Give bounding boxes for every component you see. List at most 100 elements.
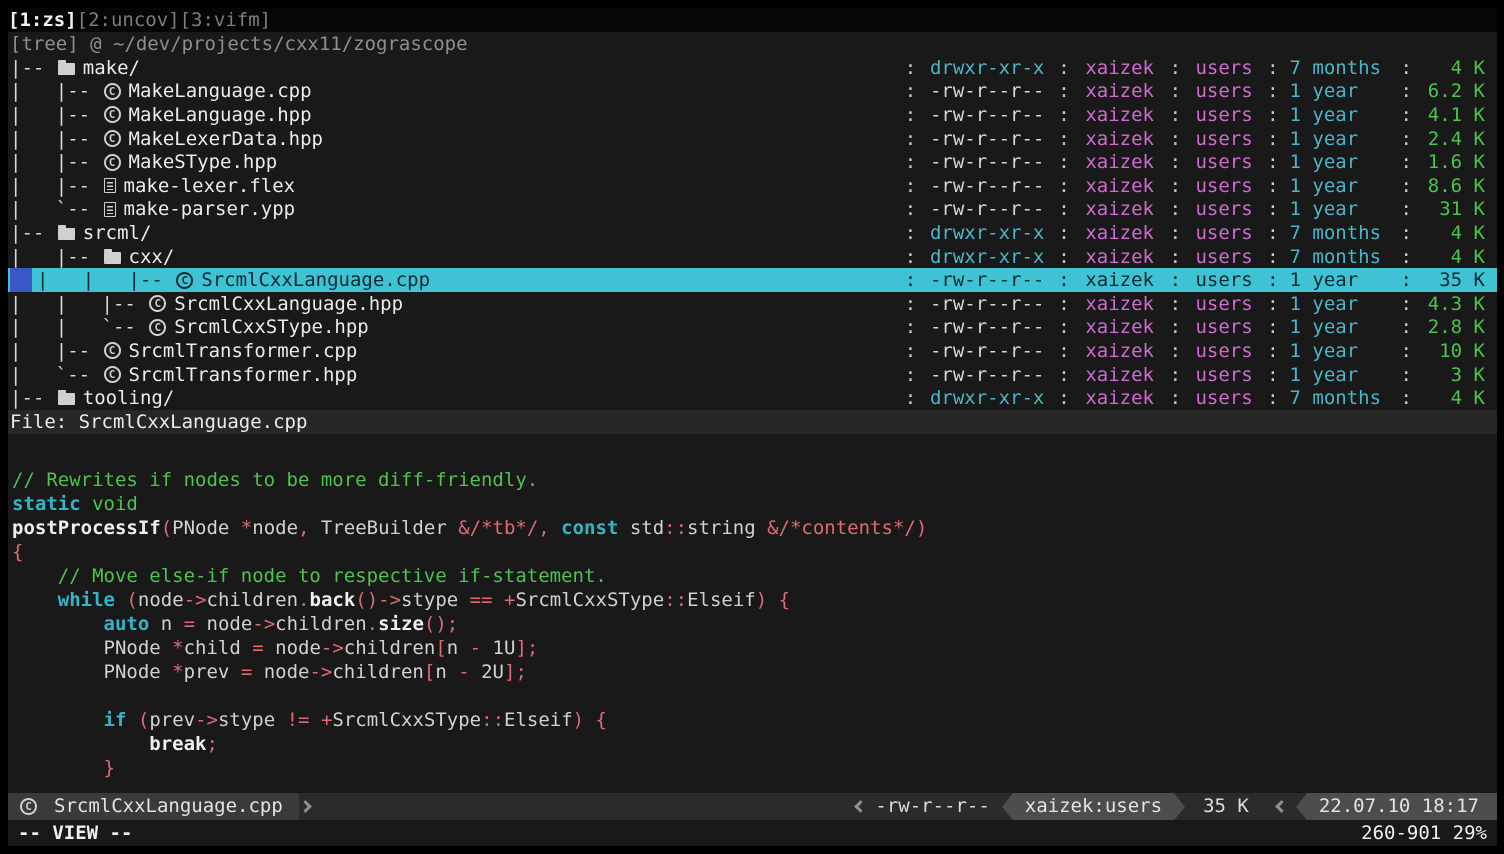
file-row[interactable]: | |-- CSrcmlTransformer.cpp:-rw-r--r--:x… xyxy=(8,339,1497,363)
file-mtime: 1 year xyxy=(1290,340,1390,362)
file-mtime: 1 year xyxy=(1290,175,1390,197)
file-row[interactable]: | `-- make-parser.ypp:-rw-r--r--:xaizek:… xyxy=(8,198,1497,222)
file-mtime: 1 year xyxy=(1290,293,1390,315)
file-size: 4.3 K xyxy=(1423,293,1485,315)
file-name: tooling/ xyxy=(83,387,175,409)
column-separator: : xyxy=(1267,198,1278,220)
cpp-icon: C xyxy=(149,295,166,312)
file-name: SrcmlTransformer.hpp xyxy=(129,364,358,386)
column-separator: : xyxy=(1058,293,1069,315)
file-name: SrcmlCxxSType.hpp xyxy=(174,316,368,338)
file-group: users xyxy=(1192,340,1256,362)
column-separator: : xyxy=(905,293,916,315)
file-size: 1.6 K xyxy=(1423,151,1485,173)
column-separator: : xyxy=(1170,246,1181,268)
file-row[interactable]: |-- make/:drwxr-xr-x:xaizek:users:7 mont… xyxy=(8,56,1497,80)
file-perms: drwxr-xr-x xyxy=(927,57,1047,79)
code-line: postProcessIf(PNode *node, TreeBuilder &… xyxy=(12,516,1497,540)
file-row[interactable]: | | |-- CSrcmlCxxLanguage.hpp:-rw-r--r--… xyxy=(8,292,1497,316)
file-owner: xaizek xyxy=(1081,128,1159,150)
file-name: SrcmlCxxLanguage.cpp xyxy=(201,269,430,291)
file-owner: xaizek xyxy=(1081,175,1159,197)
file-perms: -rw-r--r-- xyxy=(927,80,1047,102)
tab-zs[interactable]: [1:zs] xyxy=(8,9,77,31)
file-row[interactable]: |-- srcml/:drwxr-xr-x:xaizek:users:7 mon… xyxy=(8,221,1497,245)
cpp-icon: C xyxy=(176,272,193,289)
file-owner: xaizek xyxy=(1081,80,1159,102)
file-mtime: 1 year xyxy=(1290,151,1390,173)
file-row[interactable]: |-- tooling/:drwxr-xr-x:xaizek:users:7 m… xyxy=(8,386,1497,410)
file-name: cxx/ xyxy=(129,246,175,268)
file-row[interactable]: | `-- CSrcmlTransformer.hpp:-rw-r--r--:x… xyxy=(8,363,1497,387)
file-row[interactable]: | |-- cxx/:drwxr-xr-x:xaizek:users:7 mon… xyxy=(8,245,1497,269)
file-row[interactable]: | |-- CMakeLanguage.cpp:-rw-r--r--:xaize… xyxy=(8,80,1497,104)
file-owner: xaizek xyxy=(1081,316,1159,338)
column-separator: : xyxy=(905,128,916,150)
file-size: 4 K xyxy=(1423,246,1485,268)
file-name: MakeSType.hpp xyxy=(129,151,278,173)
column-separator: : xyxy=(1267,340,1278,362)
column-separator: : xyxy=(1058,387,1069,409)
file-mtime: 1 year xyxy=(1290,104,1390,126)
code-line: while (node->children.back()->stype == +… xyxy=(12,588,1497,612)
file-mtime: 7 months xyxy=(1290,246,1390,268)
column-separator: : xyxy=(1267,222,1278,244)
column-separator: : xyxy=(1267,316,1278,338)
column-separator: : xyxy=(1170,104,1181,126)
cpp-icon: C xyxy=(104,106,121,123)
column-separator: : xyxy=(1058,316,1069,338)
file-owner: xaizek xyxy=(1081,151,1159,173)
column-separator: : xyxy=(905,364,916,386)
column-separator: : xyxy=(1401,175,1412,197)
column-separator: : xyxy=(1058,340,1069,362)
file-row[interactable]: | | |-- CSrcmlCxxLanguage.cpp:-rw-r--r--… xyxy=(8,268,1497,292)
file-row[interactable]: | |-- CMakeLexerData.hpp:-rw-r--r--:xaiz… xyxy=(8,127,1497,151)
tree-prefix: | |-- xyxy=(10,104,102,126)
code-line: { xyxy=(12,540,1497,564)
column-separator: : xyxy=(1170,293,1181,315)
column-separator: : xyxy=(905,104,916,126)
code-line: // Move else-if node to respective if-st… xyxy=(12,564,1497,588)
column-separator: : xyxy=(1267,175,1278,197)
file-perms: drwxr-xr-x xyxy=(927,222,1047,244)
status-file-segment: C SrcmlCxxLanguage.cpp xyxy=(8,793,299,820)
file-row[interactable]: | | `-- CSrcmlCxxSType.hpp:-rw-r--r--:xa… xyxy=(8,316,1497,340)
file-name: SrcmlCxxLanguage.hpp xyxy=(174,293,403,315)
file-row[interactable]: | |-- make-lexer.flex:-rw-r--r--:xaizek:… xyxy=(8,174,1497,198)
file-row[interactable]: | |-- CMakeSType.hpp:-rw-r--r--:xaizek:u… xyxy=(8,150,1497,174)
file-group: users xyxy=(1192,175,1256,197)
file-perms: -rw-r--r-- xyxy=(927,364,1047,386)
column-separator: : xyxy=(1401,293,1412,315)
file-row[interactable]: | |-- CMakeLanguage.hpp:-rw-r--r--:xaize… xyxy=(8,103,1497,127)
file-group: users xyxy=(1192,364,1256,386)
file-group: users xyxy=(1192,80,1256,102)
column-separator: : xyxy=(1170,57,1181,79)
tree-prefix: | |-- xyxy=(10,340,102,362)
tree-prefix: | `-- xyxy=(10,198,102,220)
file-owner: xaizek xyxy=(1081,198,1159,220)
file-mtime: 7 months xyxy=(1290,57,1390,79)
chevron-right-icon xyxy=(299,800,312,813)
column-separator: : xyxy=(1401,222,1412,244)
file-group: users xyxy=(1192,222,1256,244)
tree-prefix: | | |-- xyxy=(37,269,174,291)
column-separator: : xyxy=(1401,104,1412,126)
column-separator: : xyxy=(1058,269,1069,291)
column-separator: : xyxy=(1401,387,1412,409)
file-mtime: 1 year xyxy=(1290,316,1390,338)
column-separator: : xyxy=(1267,128,1278,150)
file-group: users xyxy=(1192,246,1256,268)
tree-prefix: | |-- xyxy=(10,151,102,173)
file-perms: -rw-r--r-- xyxy=(927,198,1047,220)
file-name: SrcmlTransformer.cpp xyxy=(129,340,358,362)
file-owner: xaizek xyxy=(1081,293,1159,315)
tabs-inactive[interactable]: [2:uncov][3:vifm] xyxy=(77,9,271,31)
column-separator: : xyxy=(905,57,916,79)
file-owner: xaizek xyxy=(1081,57,1159,79)
code-line: } xyxy=(12,756,1497,780)
chevron-left-icon xyxy=(855,800,868,813)
mode-indicator: -- VIEW -- xyxy=(18,822,132,844)
column-separator: : xyxy=(1267,104,1278,126)
terminal-screen: [1:zs][2:uncov][3:vifm] [tree] @ ~/dev/p… xyxy=(8,8,1497,846)
column-separator: : xyxy=(1401,364,1412,386)
